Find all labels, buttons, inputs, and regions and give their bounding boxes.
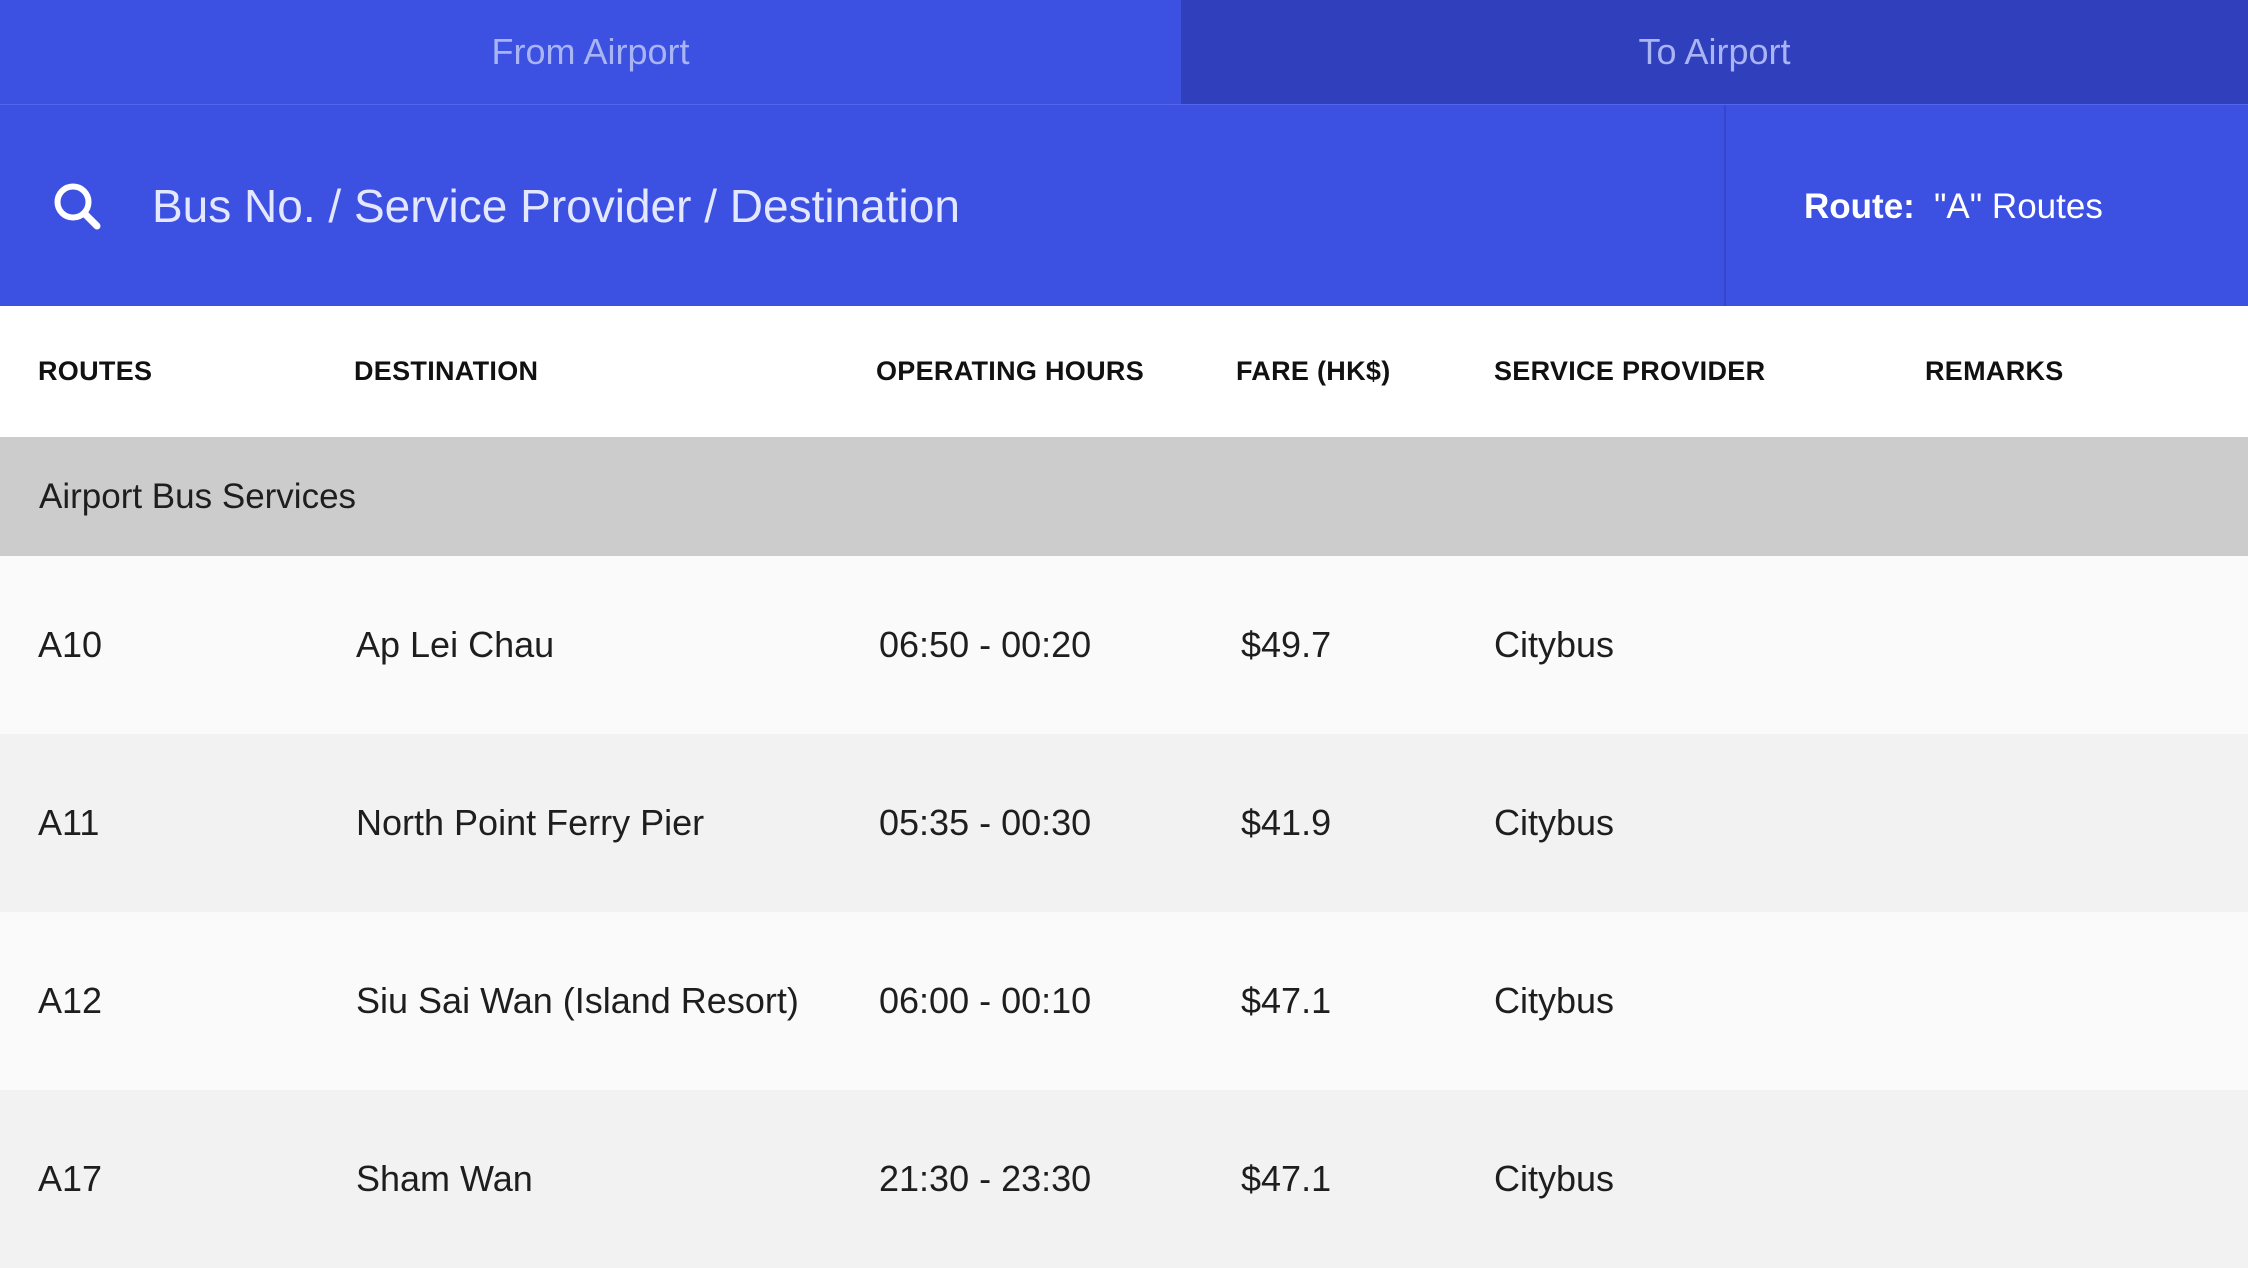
search-icon[interactable] [50, 179, 106, 235]
header-fare: FARE (HK$) [1236, 356, 1391, 386]
search-input[interactable] [150, 165, 1654, 247]
header-service-provider: SERVICE PROVIDER [1494, 356, 1766, 386]
cell-route: A10 [38, 624, 103, 665]
cell-destination: North Point Ferry Pier [356, 802, 705, 843]
header-routes: ROUTES [38, 356, 153, 386]
search-bar: Route: "A" Routes [0, 105, 2248, 306]
cell-service-provider: Citybus [1494, 1158, 1615, 1199]
cell-fare: $41.9 [1241, 802, 1332, 843]
direction-tabs: From Airport To Airport [0, 0, 2248, 105]
cell-operating-hours: 06:50 - 00:20 [879, 624, 1092, 665]
cell-operating-hours: 05:35 - 00:30 [879, 802, 1092, 843]
cell-route: A17 [38, 1158, 103, 1199]
route-filter-label: Route: [1804, 187, 1915, 226]
header-operating-hours: OPERATING HOURS [876, 356, 1145, 386]
cell-destination: Sham Wan [356, 1158, 533, 1199]
header-remarks: REMARKS [1925, 356, 2064, 386]
tab-to-airport[interactable]: To Airport [1181, 0, 2248, 104]
cell-fare: $49.7 [1241, 624, 1332, 665]
route-filter-select[interactable]: "A" Routes [1934, 187, 2103, 227]
cell-operating-hours: 06:00 - 00:10 [879, 980, 1092, 1021]
table-row[interactable]: A11 North Point Ferry Pier 05:35 - 00:30… [0, 734, 2248, 912]
cell-route: A11 [38, 802, 100, 843]
cell-service-provider: Citybus [1494, 624, 1615, 665]
group-label: Airport Bus Services [39, 477, 357, 516]
group-header: Airport Bus Services [0, 437, 2248, 556]
table-row[interactable]: A12 Siu Sai Wan (Island Resort) 06:00 - … [0, 912, 2248, 1090]
search-area [0, 105, 1726, 306]
table-row[interactable]: A10 Ap Lei Chau 06:50 - 00:20 $49.7 City… [0, 556, 2248, 734]
cell-fare: $47.1 [1241, 980, 1332, 1021]
table-header: ROUTES DESTINATION OPERATING HOURS FARE … [0, 306, 2248, 437]
route-filter: Route: "A" Routes [1726, 105, 2248, 306]
cell-operating-hours: 21:30 - 23:30 [879, 1158, 1092, 1199]
header-destination: DESTINATION [354, 356, 539, 386]
cell-service-provider: Citybus [1494, 980, 1615, 1021]
cell-service-provider: Citybus [1494, 802, 1615, 843]
table-row[interactable]: A17 Sham Wan 21:30 - 23:30 $47.1 Citybus [0, 1090, 2248, 1268]
cell-fare: $47.1 [1241, 1158, 1332, 1199]
tab-from-airport[interactable]: From Airport [0, 0, 1181, 104]
cell-route: A12 [38, 980, 103, 1021]
cell-destination: Ap Lei Chau [356, 624, 555, 665]
cell-destination: Siu Sai Wan (Island Resort) [356, 980, 799, 1021]
